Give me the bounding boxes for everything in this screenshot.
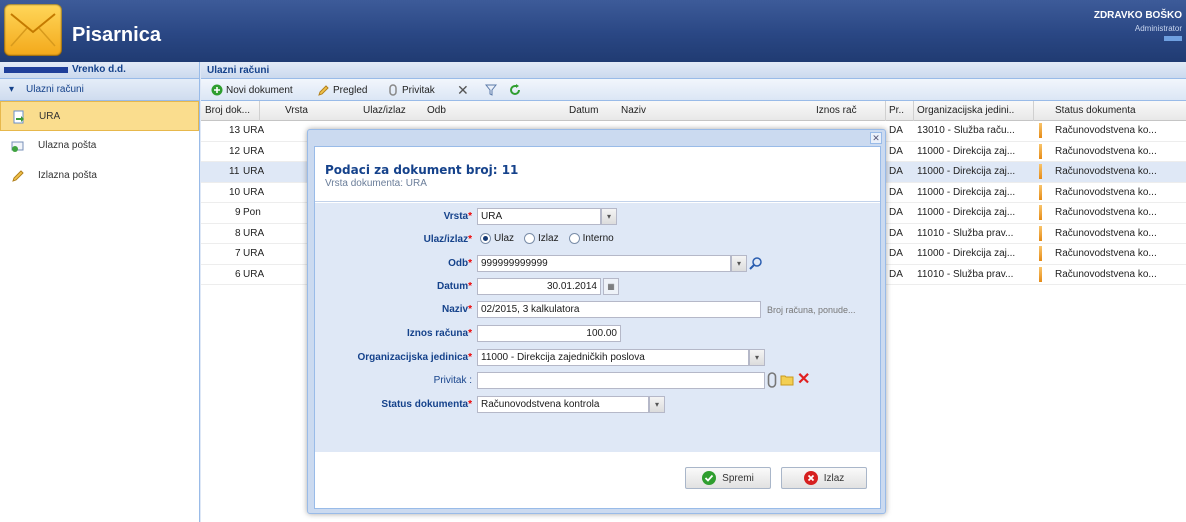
warning-indicator-icon [1039,184,1042,200]
nav-item-label: Izlazna pošta [38,170,97,181]
warning-indicator-icon [1039,164,1042,179]
checkmark-icon [702,471,717,485]
app-title: Pisarnica [72,24,161,46]
nav-group-label: Ulazni računi [26,84,84,95]
company-name: Vrenko d.d. [72,64,126,75]
attachment-button[interactable]: Privitak [387,82,435,98]
ulaz-izlaz-radio-group: Ulaz Izlaz Interno [480,233,614,244]
refresh-icon [510,84,520,95]
status-select[interactable]: Računovodstvena kontrola [477,396,649,413]
close-x-icon: ✕ [457,81,469,98]
iznos-input[interactable]: 100.00 [477,325,621,342]
vrsta-label: Vrsta* [443,211,472,222]
nav-group-header[interactable]: ▾ Ulazni računi [0,79,199,101]
view-button[interactable]: Pregled [318,82,367,98]
cancel-icon [803,471,818,485]
odb-label: Odb* [448,258,472,269]
pencil-icon [12,170,24,182]
envelope-logo-icon [4,4,62,56]
column-header[interactable]: Odb [427,105,467,116]
close-icon[interactable]: ✕ [870,132,882,144]
dialog-title: Podaci za dokument broj: 11 [325,163,519,177]
chevron-down-icon[interactable]: ▾ [649,396,665,413]
mail-in-icon [11,141,24,152]
document-arrow-icon [13,110,24,124]
nav-item-ulazna-posta[interactable]: Ulazna pošta [0,131,199,161]
privitak-input[interactable] [477,372,765,389]
delete-x-icon[interactable]: ✕ [797,369,810,389]
datum-label: Datum* [436,281,472,292]
warning-indicator-icon [1039,225,1042,241]
column-header[interactable]: Datum [569,105,609,116]
left-navigation: Vrenko d.d. ▾ Ulazni računi URA Ulazna p… [0,62,200,522]
org-select[interactable]: 11000 - Direkcija zajedničkih poslova [477,349,749,366]
document-dialog: ✕ Podaci za dokument broj: 11 Vrsta doku… [307,129,886,514]
app-header: Pisarnica ZDRAVKO BOŠKO Administrator [0,0,1186,62]
column-header[interactable]: Organizacijska jedini... [917,105,1015,116]
dialog-body: Podaci za dokument broj: 11 Vrsta dokume… [314,146,881,509]
privitak-label: Privitak : [433,375,472,386]
odb-input[interactable]: 999999999999 [477,255,731,272]
radio-ulaz[interactable]: Ulaz [480,233,514,244]
add-circle-icon [211,84,223,96]
grid-toolbar: Novi dokument Pregled Privitak ✕ [201,79,1186,101]
chevron-down-icon[interactable]: ▾ [749,349,765,366]
warning-indicator-icon [1039,246,1042,261]
radio-izlaz[interactable]: Izlaz [524,233,559,244]
vrsta-select[interactable]: URA [477,208,601,225]
delete-button[interactable]: ✕ [457,82,469,98]
new-document-button[interactable]: Novi dokument [211,82,293,98]
paperclip-icon [389,84,397,96]
column-header[interactable]: Status dokumenta [1055,105,1165,116]
warning-indicator-icon [1039,205,1042,220]
warning-indicator-icon [1039,143,1042,159]
ulaz-izlaz-label: Ulaz/izlaz* [423,234,472,245]
filter-icon [485,84,497,96]
warning-indicator-icon [1039,266,1042,282]
radio-interno[interactable]: Interno [568,233,614,244]
grid-header: Broj dok... Vrsta Ulaz/izlaz Odb Datum N… [201,101,1186,121]
user-name: ZDRAVKO BOŠKO [1093,10,1182,21]
column-header[interactable]: Iznos rač [816,105,876,116]
dialog-footer: Spremi Izlaz [315,452,880,508]
calendar-icon[interactable]: ▦ [603,278,619,295]
search-icon[interactable] [749,256,763,270]
nav-item-izlazna-posta[interactable]: Izlazna pošta [0,161,199,191]
warning-indicator-icon [1039,123,1042,138]
exit-button[interactable]: Izlaz [781,467,867,489]
column-header[interactable]: Pr.. [889,105,911,116]
paperclip-icon[interactable] [767,372,777,388]
chevron-down-icon: ▾ [9,84,15,95]
document-form: Vrsta* URA ▾ Ulaz/izlaz* Ulaz Izlaz Inte… [315,203,880,453]
nav-item-ura[interactable]: URA [0,101,199,131]
dialog-header: Podaci za dokument broj: 11 Vrsta dokume… [315,147,880,202]
status-label: Status dokumenta* [381,399,472,410]
column-header[interactable]: Ulaz/izlaz [363,105,413,116]
save-button[interactable]: Spremi [685,467,771,489]
column-header[interactable]: Naziv [621,105,661,116]
folder-icon[interactable] [780,374,794,386]
chevron-down-icon[interactable]: ▾ [601,208,617,225]
nav-item-label: Ulazna pošta [38,140,97,151]
company-bar: Vrenko d.d. [0,62,199,79]
naziv-label: Naziv* [441,304,472,315]
dialog-subtitle: Vrsta dokumenta: URA [325,178,427,189]
logout-link[interactable] [1164,36,1182,41]
iznos-label: Iznos računa* [406,328,472,339]
user-role: Administrator [1134,24,1182,33]
edit-pencil-icon [318,85,329,96]
panel-title: Ulazni računi [201,62,1186,79]
filter-button[interactable] [485,82,497,98]
refresh-button[interactable] [509,82,521,98]
naziv-hint: Broj računa, ponude... [767,305,856,315]
nav-item-label: URA [39,111,61,122]
chevron-down-icon[interactable]: ▾ [731,255,747,272]
datum-input[interactable]: 30.01.2014 [477,278,601,295]
column-header[interactable]: Vrsta [285,105,315,116]
column-header[interactable]: Broj dok... [205,105,257,116]
org-label: Organizacijska jedinica* [357,352,472,363]
naziv-input[interactable]: 02/2015, 3 kalkulatora [477,301,761,318]
